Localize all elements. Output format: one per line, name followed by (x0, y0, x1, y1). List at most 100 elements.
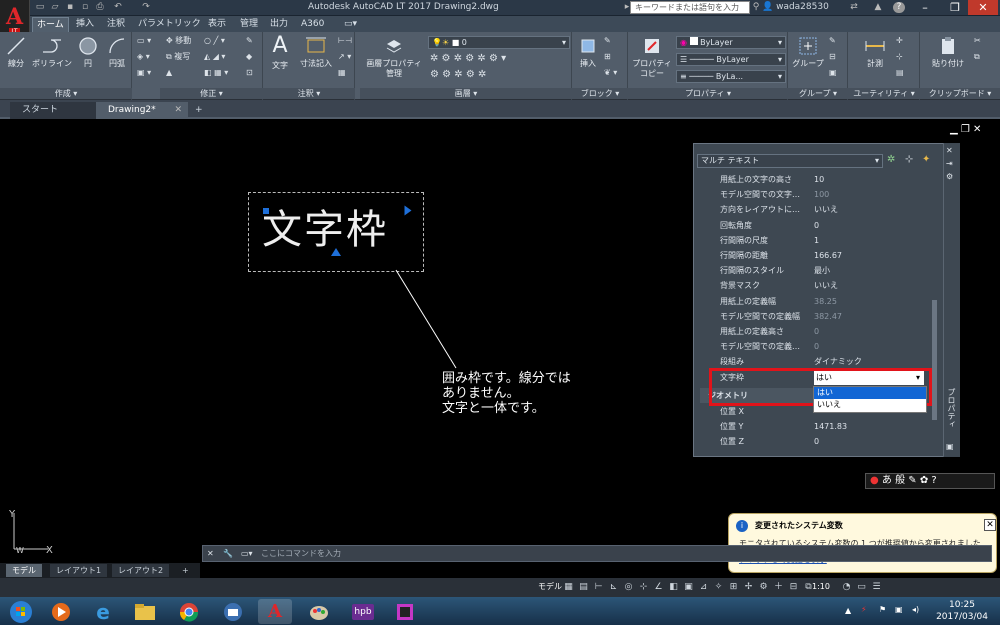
prop-value[interactable]: いいえ (814, 278, 838, 293)
prop-row[interactable]: 行間隔の尺度 1 (714, 233, 924, 248)
grid-icon[interactable]: ▦ (562, 580, 575, 595)
start-button[interactable] (4, 599, 38, 624)
prop-value[interactable]: 382.47 (814, 309, 842, 324)
panel-annotation-label[interactable]: 注釈 ▾ (263, 88, 355, 99)
palette-settings-icon[interactable]: ⚙ (946, 172, 953, 182)
tab-insert[interactable]: 挿入 (72, 17, 98, 32)
clock[interactable]: 10:25 2017/03/04 (932, 599, 992, 623)
layer-dropdown[interactable]: 💡☀ ■ 0 ▾ (428, 36, 570, 49)
prop-value[interactable]: 38.25 (814, 294, 837, 309)
ribbon-options-icon[interactable]: ▭▾ (340, 17, 361, 32)
dynamic-ucs-icon[interactable]: ✧ (712, 580, 725, 595)
prop-value[interactable]: 最小 (814, 263, 830, 278)
lineweight-icon[interactable]: ◧ (667, 580, 680, 595)
group-edit-icon[interactable]: ⊟ (829, 52, 836, 62)
saveas-icon[interactable]: ▫ (79, 2, 91, 13)
tab-output[interactable]: 出力 (266, 17, 292, 32)
tracking-icon[interactable]: ⊹ (637, 580, 650, 595)
prop-row[interactable]: 用紙上の定義幅 38.25 (714, 294, 924, 309)
prop-value[interactable]: 1 (814, 233, 819, 248)
tab-layout1[interactable]: レイアウト1 (50, 564, 108, 577)
restore-window-button[interactable]: ❐ (940, 0, 970, 15)
dropdown-option-yes[interactable]: はい (814, 387, 926, 399)
prop-value[interactable]: 0 (814, 218, 819, 233)
group-tool[interactable]: グループ (790, 36, 826, 69)
prop-value[interactable]: 0 (814, 339, 819, 354)
panel-draw-label[interactable]: 作成 ▾ (0, 88, 132, 99)
tray-flag-icon[interactable]: ⚑ (879, 605, 886, 615)
measure-tool[interactable]: 計測 (860, 36, 890, 69)
username[interactable]: 👤 wada28530 (762, 2, 829, 12)
undo-icon[interactable]: ↶ (112, 2, 124, 13)
close-cmdline-icon[interactable]: ✕ (207, 549, 214, 559)
search-input[interactable]: キーワードまたは語句を入力 (630, 1, 750, 14)
layer-properties-tool[interactable]: 画層プロパティ 管理 (364, 36, 424, 79)
edit-block-icon[interactable]: ⊞ (604, 52, 611, 62)
tab-start[interactable]: スタート (10, 102, 96, 119)
prop-row[interactable]: 回転角度 0 (714, 218, 924, 233)
hpb-taskbar-icon[interactable]: hpb (346, 599, 380, 624)
group-select-icon[interactable]: ▣ (829, 68, 837, 78)
ungroup-icon[interactable]: ✎ (829, 36, 836, 46)
prop-row[interactable]: 用紙上の定義高さ 0 (714, 324, 924, 339)
rotate-icon[interactable]: ○ ╱ ▾ (204, 36, 225, 46)
viewport-controls[interactable]: ▁ ❐ ✕ (950, 124, 981, 135)
line-tool[interactable]: 線分 (4, 36, 28, 69)
close-window-button[interactable]: ✕ (968, 0, 998, 15)
mtext-width-grip[interactable] (404, 205, 412, 216)
game-taskbar-icon[interactable] (388, 599, 422, 624)
tray-arrow-icon[interactable]: ▲ (845, 606, 851, 616)
prop-row-position-y[interactable]: 位置 Y 1471.83 (714, 419, 924, 434)
mtext-height-grip[interactable] (331, 248, 341, 256)
prop-value[interactable]: 0 (814, 324, 819, 339)
calculator-icon[interactable]: ▤ (896, 68, 904, 78)
mtext-content[interactable]: 文字枠 (262, 206, 388, 254)
annotation-visibility-icon[interactable]: ⊞ (727, 580, 740, 595)
layer-tools-row2[interactable]: ⚙ ⚙ ✲ ⚙ ✲ (430, 70, 486, 80)
rectangle-icon[interactable]: ▭ ▾ (137, 36, 151, 46)
model-space-toggle[interactable]: モデル (538, 582, 562, 592)
cmdline-settings-icon[interactable]: 🔧 (223, 549, 233, 559)
quick-select-palette-icon[interactable]: ✲ (887, 155, 895, 165)
tab-a360[interactable]: A360 (297, 17, 328, 32)
insert-tool[interactable]: 挿入 (576, 36, 600, 69)
autohide-icon[interactable]: ⇥ (946, 159, 953, 169)
prop-row[interactable]: 方向をレイアウトに… いいえ (714, 202, 924, 217)
panel-block-label[interactable]: ブロック ▾ (572, 88, 628, 99)
dropdown-option-no[interactable]: いいえ (814, 399, 926, 411)
tab-manage[interactable]: 管理 (236, 17, 262, 32)
tray-network-icon[interactable]: ▣ (895, 605, 903, 615)
tab-view[interactable]: 表示 (204, 17, 230, 32)
prop-row[interactable]: 背景マスク いいえ (714, 278, 924, 293)
text-tool[interactable]: A 文字 (268, 34, 292, 71)
tab-home[interactable]: ホーム (32, 17, 69, 32)
ortho-icon[interactable]: ⊢ (592, 580, 605, 595)
isodraft-icon[interactable]: ∠ (652, 580, 665, 595)
tab-layout2[interactable]: レイアウト2 (112, 564, 170, 577)
search-icon[interactable]: ⚲ (750, 2, 762, 13)
prop-row[interactable]: モデル空間での定義… 0 (714, 339, 924, 354)
new-icon[interactable]: ▭ (34, 2, 46, 13)
minimize-window-button[interactable]: – (910, 0, 940, 15)
osnap-icon[interactable]: ◎ (622, 580, 635, 595)
panel-properties-label[interactable]: プロパティ ▾ (628, 88, 788, 99)
thunderbird-taskbar-icon[interactable] (216, 599, 250, 624)
lock-ui-icon[interactable]: ◔ (840, 580, 853, 595)
prop-row[interactable]: モデル空間での定義幅 382.47 (714, 309, 924, 324)
tab-annotate[interactable]: 注釈 (103, 17, 129, 32)
customize-icon[interactable]: ☰ (870, 580, 883, 595)
add-layout-button[interactable]: + (176, 564, 195, 577)
stretch-icon[interactable]: ▲ (166, 68, 172, 78)
copy-tool[interactable]: ⧉ 複写 (166, 52, 190, 62)
chrome-taskbar-icon[interactable] (172, 599, 206, 624)
panel-modify-label[interactable]: 修正 ▾ (160, 88, 263, 99)
new-tab-button[interactable]: + (190, 102, 208, 119)
prop-value[interactable]: いいえ (814, 202, 838, 217)
object-type-dropdown[interactable]: マルチ テキスト ▾ (697, 154, 883, 168)
prop-value[interactable]: 10 (814, 172, 824, 187)
mtext-grip-topleft[interactable] (263, 208, 269, 214)
close-balloon-icon[interactable]: ✕ (984, 519, 996, 531)
isolate-icon[interactable]: ▭ (855, 580, 868, 595)
file-explorer-taskbar-icon[interactable] (128, 599, 162, 624)
prop-row[interactable]: 用紙上の文字の高さ 10 (714, 172, 924, 187)
